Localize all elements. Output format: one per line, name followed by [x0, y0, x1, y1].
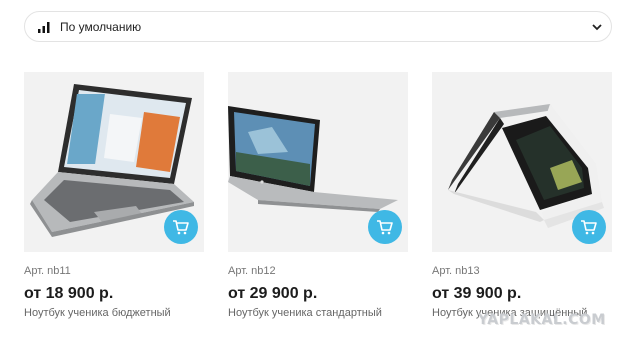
product-sku: Арт. nb13 — [432, 265, 480, 277]
product-image[interactable] — [432, 72, 612, 252]
product-card[interactable]: Арт. nb13 от 39 900 р. Ноутбук ученика з… — [432, 72, 612, 319]
product-image[interactable] — [24, 72, 204, 252]
product-price: от 39 900 р. — [432, 285, 522, 302]
product-image[interactable] — [228, 72, 408, 252]
chevron-down-icon — [592, 24, 602, 31]
watermark: YAPLAKAL.COM — [478, 312, 606, 328]
product-description[interactable]: Ноутбук ученика стандартный — [228, 307, 382, 319]
product-price: от 29 900 р. — [228, 285, 318, 302]
add-to-cart-button[interactable] — [368, 210, 402, 244]
product-sku: Арт. nb11 — [24, 265, 71, 277]
cart-icon — [581, 220, 597, 235]
cart-icon — [377, 220, 393, 235]
sort-dropdown[interactable]: По умолчанию — [24, 11, 612, 42]
product-price: от 18 900 р. — [24, 285, 114, 302]
product-description[interactable]: Ноутбук ученика бюджетный — [24, 307, 171, 319]
add-to-cart-button[interactable] — [164, 210, 198, 244]
product-card[interactable]: Арт. nb11 от 18 900 р. Ноутбук ученика б… — [24, 72, 204, 319]
product-card[interactable]: Арт. nb12 от 29 900 р. Ноутбук ученика с… — [228, 72, 408, 319]
product-sku: Арт. nb12 — [228, 265, 276, 277]
cart-icon — [173, 220, 189, 235]
sort-label: По умолчанию — [60, 20, 142, 34]
add-to-cart-button[interactable] — [572, 210, 606, 244]
signal-bars-icon — [38, 22, 50, 33]
